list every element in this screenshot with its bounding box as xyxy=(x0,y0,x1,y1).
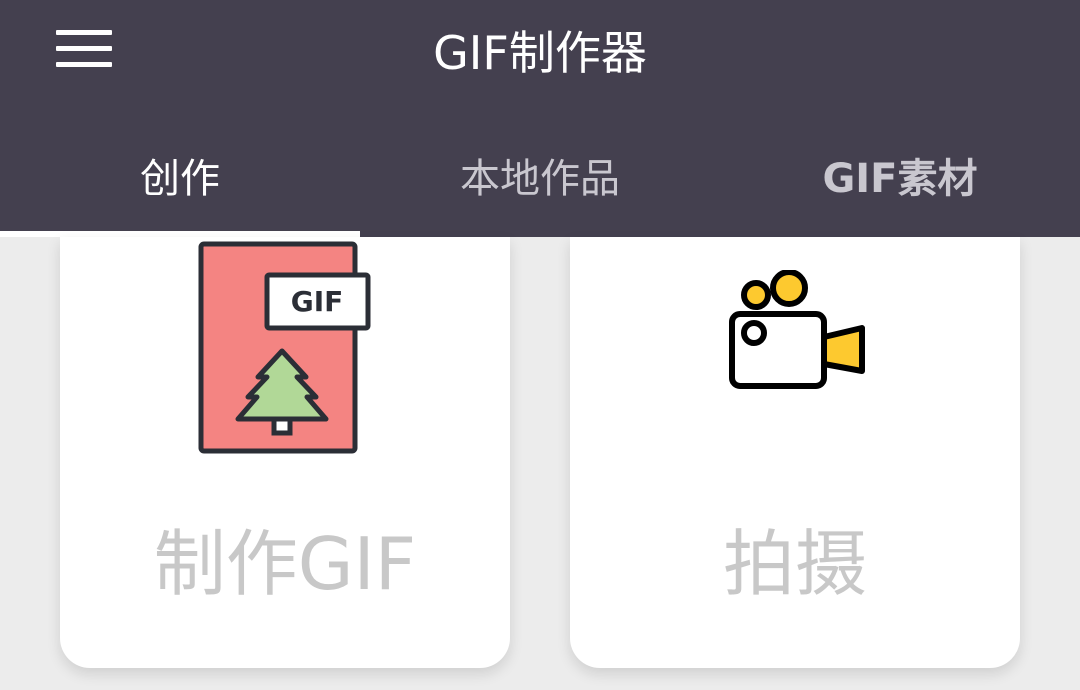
make-gif-card[interactable]: GIF 制作GIF xyxy=(60,237,510,668)
app-bar: GIF制作器 创作 本地作品 GIF素材 xyxy=(0,0,1080,237)
tab-gif-materials[interactable]: GIF素材 xyxy=(720,145,1080,237)
shoot-label: 拍摄 xyxy=(722,522,867,606)
app-root: GIF制作器 创作 本地作品 GIF素材 GIF 制作GIF 拍摄 xyxy=(0,0,1080,690)
gif-file-icon: GIF xyxy=(198,241,371,454)
video-camera-icon xyxy=(729,270,865,389)
tab-bar: 创作 本地作品 GIF素材 xyxy=(0,145,1080,237)
make-gif-label: 制作GIF xyxy=(153,522,417,606)
page-title: GIF制作器 xyxy=(433,26,647,80)
tab-local-works[interactable]: 本地作品 xyxy=(360,145,720,237)
gif-file-label: GIF xyxy=(291,285,344,318)
shoot-card[interactable]: 拍摄 xyxy=(570,237,1020,668)
tab-create[interactable]: 创作 xyxy=(0,145,360,237)
